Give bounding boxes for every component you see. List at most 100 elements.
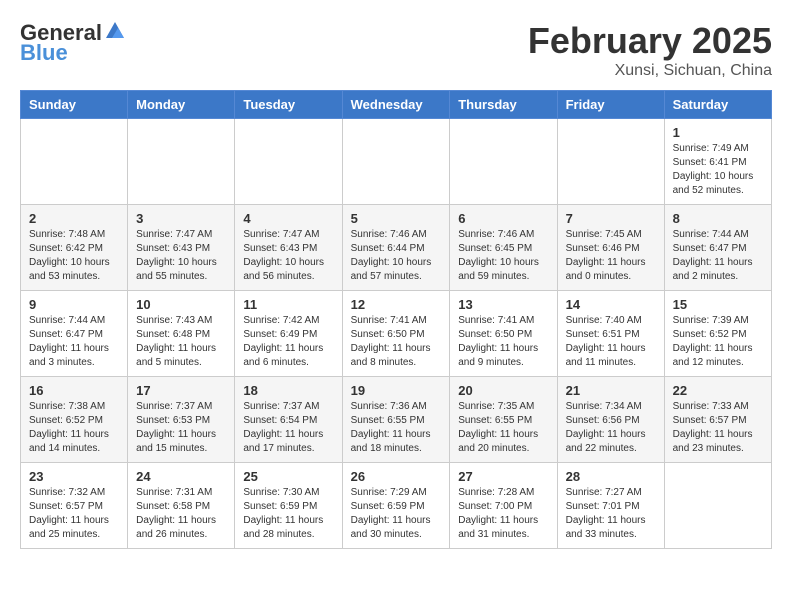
day-info: Sunrise: 7:37 AM Sunset: 6:54 PM Dayligh…	[243, 400, 333, 456]
day-info: Sunrise: 7:33 AM Sunset: 6:57 PM Dayligh…	[673, 400, 763, 456]
day-number: 10	[136, 297, 226, 312]
calendar-day-header: Monday	[128, 91, 235, 119]
day-info: Sunrise: 7:28 AM Sunset: 7:00 PM Dayligh…	[458, 486, 548, 542]
day-number: 16	[29, 383, 119, 398]
calendar-cell: 20 Sunrise: 7:35 AM Sunset: 6:55 PM Dayli…	[450, 377, 557, 463]
calendar-cell: 24 Sunrise: 7:31 AM Sunset: 6:58 PM Dayli…	[128, 463, 235, 549]
calendar-cell: 1 Sunrise: 7:49 AM Sunset: 6:41 PM Daylig…	[664, 119, 771, 205]
calendar-day-header: Friday	[557, 91, 664, 119]
logo-blue-text: Blue	[20, 40, 68, 66]
calendar-cell	[342, 119, 450, 205]
calendar-cell	[664, 463, 771, 549]
day-number: 9	[29, 297, 119, 312]
calendar-cell: 6 Sunrise: 7:46 AM Sunset: 6:45 PM Daylig…	[450, 205, 557, 291]
calendar-day-header: Tuesday	[235, 91, 342, 119]
calendar-table: SundayMondayTuesdayWednesdayThursdayFrid…	[20, 90, 772, 549]
calendar-cell: 16Sunrise: 7:38 AM Sunset: 6:52 PM Dayli…	[21, 377, 128, 463]
day-info: Sunrise: 7:47 AM Sunset: 6:43 PM Dayligh…	[243, 228, 333, 284]
calendar-week-row: 9 Sunrise: 7:44 AM Sunset: 6:47 PM Daylig…	[21, 291, 772, 377]
day-number: 12	[351, 297, 442, 312]
calendar-header-row: SundayMondayTuesdayWednesdayThursdayFrid…	[21, 91, 772, 119]
day-number: 21	[566, 383, 656, 398]
logo-icon	[104, 20, 126, 42]
location: Xunsi, Sichuan, China	[528, 62, 772, 80]
day-info: Sunrise: 7:49 AM Sunset: 6:41 PM Dayligh…	[673, 142, 763, 198]
calendar-cell: 22 Sunrise: 7:33 AM Sunset: 6:57 PM Dayli…	[664, 377, 771, 463]
page-header: General Blue February 2025 Xunsi, Sichua…	[20, 20, 772, 80]
calendar-cell: 4 Sunrise: 7:47 AM Sunset: 6:43 PM Daylig…	[235, 205, 342, 291]
calendar-day-header: Wednesday	[342, 91, 450, 119]
logo: General Blue	[20, 20, 126, 66]
day-number: 8	[673, 211, 763, 226]
day-number: 15	[673, 297, 763, 312]
calendar-cell: 17 Sunrise: 7:37 AM Sunset: 6:53 PM Dayli…	[128, 377, 235, 463]
title-section: February 2025 Xunsi, Sichuan, China	[528, 20, 772, 80]
calendar-cell	[557, 119, 664, 205]
calendar-cell	[450, 119, 557, 205]
calendar-cell: 19 Sunrise: 7:36 AM Sunset: 6:55 PM Dayli…	[342, 377, 450, 463]
day-info: Sunrise: 7:31 AM Sunset: 6:58 PM Dayligh…	[136, 486, 226, 542]
day-number: 5	[351, 211, 442, 226]
calendar-cell: 5 Sunrise: 7:46 AM Sunset: 6:44 PM Daylig…	[342, 205, 450, 291]
day-info: Sunrise: 7:40 AM Sunset: 6:51 PM Dayligh…	[566, 314, 656, 370]
day-number: 1	[673, 125, 763, 140]
day-info: Sunrise: 7:29 AM Sunset: 6:59 PM Dayligh…	[351, 486, 442, 542]
calendar-cell: 14 Sunrise: 7:40 AM Sunset: 6:51 PM Dayli…	[557, 291, 664, 377]
calendar-cell: 27 Sunrise: 7:28 AM Sunset: 7:00 PM Dayli…	[450, 463, 557, 549]
calendar-cell: 21 Sunrise: 7:34 AM Sunset: 6:56 PM Dayli…	[557, 377, 664, 463]
day-info: Sunrise: 7:44 AM Sunset: 6:47 PM Dayligh…	[673, 228, 763, 284]
day-info: Sunrise: 7:41 AM Sunset: 6:50 PM Dayligh…	[458, 314, 548, 370]
calendar-cell: 28 Sunrise: 7:27 AM Sunset: 7:01 PM Dayli…	[557, 463, 664, 549]
calendar-cell	[21, 119, 128, 205]
calendar-day-header: Sunday	[21, 91, 128, 119]
day-info: Sunrise: 7:46 AM Sunset: 6:44 PM Dayligh…	[351, 228, 442, 284]
day-number: 20	[458, 383, 548, 398]
day-info: Sunrise: 7:37 AM Sunset: 6:53 PM Dayligh…	[136, 400, 226, 456]
day-number: 25	[243, 469, 333, 484]
day-info: Sunrise: 7:27 AM Sunset: 7:01 PM Dayligh…	[566, 486, 656, 542]
day-info: Sunrise: 7:41 AM Sunset: 6:50 PM Dayligh…	[351, 314, 442, 370]
day-info: Sunrise: 7:39 AM Sunset: 6:52 PM Dayligh…	[673, 314, 763, 370]
day-number: 2	[29, 211, 119, 226]
day-info: Sunrise: 7:30 AM Sunset: 6:59 PM Dayligh…	[243, 486, 333, 542]
day-number: 3	[136, 211, 226, 226]
calendar-cell	[128, 119, 235, 205]
day-number: 11	[243, 297, 333, 312]
day-number: 6	[458, 211, 548, 226]
calendar-cell: 13 Sunrise: 7:41 AM Sunset: 6:50 PM Dayli…	[450, 291, 557, 377]
day-number: 28	[566, 469, 656, 484]
day-info: Sunrise: 7:48 AM Sunset: 6:42 PM Dayligh…	[29, 228, 119, 284]
day-number: 26	[351, 469, 442, 484]
calendar-cell: 26 Sunrise: 7:29 AM Sunset: 6:59 PM Dayli…	[342, 463, 450, 549]
calendar-week-row: 2 Sunrise: 7:48 AM Sunset: 6:42 PM Daylig…	[21, 205, 772, 291]
calendar-cell: 15 Sunrise: 7:39 AM Sunset: 6:52 PM Dayli…	[664, 291, 771, 377]
day-number: 4	[243, 211, 333, 226]
day-number: 13	[458, 297, 548, 312]
calendar-cell: 18Sunrise: 7:37 AM Sunset: 6:54 PM Dayli…	[235, 377, 342, 463]
calendar-day-header: Saturday	[664, 91, 771, 119]
calendar-cell	[235, 119, 342, 205]
day-number: 14	[566, 297, 656, 312]
day-info: Sunrise: 7:47 AM Sunset: 6:43 PM Dayligh…	[136, 228, 226, 284]
day-number: 24	[136, 469, 226, 484]
day-number: 7	[566, 211, 656, 226]
calendar-cell: 10Sunrise: 7:43 AM Sunset: 6:48 PM Dayli…	[128, 291, 235, 377]
day-number: 27	[458, 469, 548, 484]
day-info: Sunrise: 7:32 AM Sunset: 6:57 PM Dayligh…	[29, 486, 119, 542]
day-number: 23	[29, 469, 119, 484]
day-info: Sunrise: 7:44 AM Sunset: 6:47 PM Dayligh…	[29, 314, 119, 370]
day-info: Sunrise: 7:42 AM Sunset: 6:49 PM Dayligh…	[243, 314, 333, 370]
day-info: Sunrise: 7:34 AM Sunset: 6:56 PM Dayligh…	[566, 400, 656, 456]
day-info: Sunrise: 7:35 AM Sunset: 6:55 PM Dayligh…	[458, 400, 548, 456]
day-info: Sunrise: 7:46 AM Sunset: 6:45 PM Dayligh…	[458, 228, 548, 284]
calendar-cell: 3 Sunrise: 7:47 AM Sunset: 6:43 PM Daylig…	[128, 205, 235, 291]
day-info: Sunrise: 7:36 AM Sunset: 6:55 PM Dayligh…	[351, 400, 442, 456]
day-number: 22	[673, 383, 763, 398]
calendar-day-header: Thursday	[450, 91, 557, 119]
calendar-cell: 12 Sunrise: 7:41 AM Sunset: 6:50 PM Dayli…	[342, 291, 450, 377]
day-number: 17	[136, 383, 226, 398]
day-number: 19	[351, 383, 442, 398]
calendar-cell: 8 Sunrise: 7:44 AM Sunset: 6:47 PM Daylig…	[664, 205, 771, 291]
calendar-cell: 9 Sunrise: 7:44 AM Sunset: 6:47 PM Daylig…	[21, 291, 128, 377]
calendar-cell: 23 Sunrise: 7:32 AM Sunset: 6:57 PM Dayli…	[21, 463, 128, 549]
